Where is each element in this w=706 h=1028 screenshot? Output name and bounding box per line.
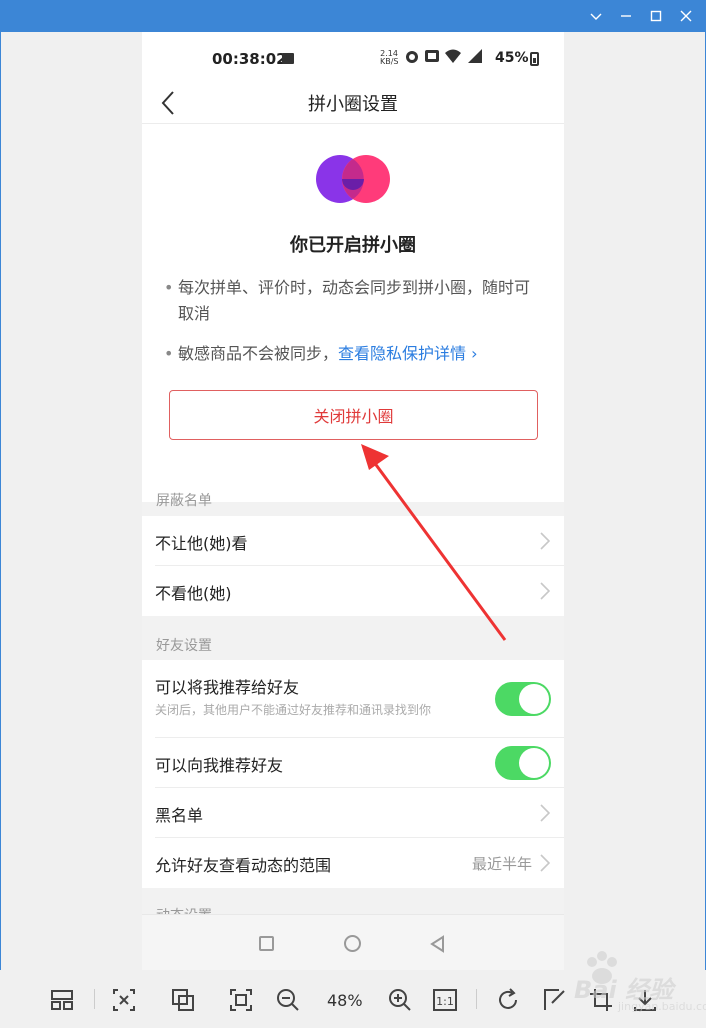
image-icon [282,53,294,64]
zoom-out-icon[interactable] [275,987,301,1013]
baidu-watermark: Bai 经验 jingyan.baidu.com [532,948,706,1018]
back-triangle-icon[interactable] [428,934,448,954]
svg-text:1:1: 1:1 [436,995,454,1008]
annotation-arrow [361,444,507,641]
row-recommend-me-sub: 关闭后，其他用户不能通过好友推荐和通讯录找到你 [155,703,432,717]
status-bar: 00:38:02 2.14 KB/S 45% [142,32,564,84]
window-titlebar [0,0,706,32]
layout-icon[interactable] [49,987,75,1013]
row-recommend-me: 可以将我推荐给好友 关闭后，其他用户不能通过好友推荐和通讯录找到你 [142,660,564,738]
row-recommend-me-label: 可以将我推荐给好友 [155,678,300,697]
row-hide-them-label: 不看他(她) [155,584,232,603]
section-friend-settings: 好友设置 [156,638,212,654]
wifi-icon [444,48,462,68]
page-title: 拼小圈设置 [308,94,398,115]
pinxiaoquan-logo-icon [316,154,392,204]
privacy-link[interactable]: 查看隐私保护详情 › [338,344,478,363]
battery-percent: 45% [495,50,529,66]
chevron-right-icon [540,532,550,550]
watermark-sub: jingyan.baidu.com [618,1000,706,1013]
section-block-list: 屏蔽名单 [156,493,212,509]
row-blacklist-label: 黑名单 [155,806,204,825]
row-blacklist[interactable]: 黑名单 [142,788,564,838]
minimize-icon[interactable] [611,0,641,32]
zoom-level: 48% [327,991,363,1010]
battery-icon [530,52,539,66]
nav-bar: 拼小圈设置 [142,84,564,124]
chevron-right-icon [540,582,550,600]
maximize-icon[interactable] [641,0,671,32]
recommend-to-me-toggle[interactable] [495,746,551,780]
row-recommend-to-me-label: 可以向我推荐好友 [155,756,284,775]
hero-title: 你已开启拼小圈 [290,235,416,256]
one-to-one-icon[interactable]: 1:1 [432,987,458,1013]
row-moments-range[interactable]: 允许好友查看动态的范围 最近半年 [142,838,564,888]
status-icons [404,48,484,68]
window-border-left [0,32,1,1028]
info-bullet-sync: 每次拼单、评价时，动态会同步到拼小圈，随时可取消 [164,275,544,327]
zoom-in-icon[interactable] [387,987,413,1013]
close-pinxiaoquan-button[interactable]: 关闭拼小圈 [169,390,538,440]
row-hide-from-label: 不让他(她)看 [155,534,248,553]
chevron-down-icon[interactable] [581,0,611,32]
home-icon[interactable] [344,935,361,952]
row-moments-range-value: 最近半年 [471,855,532,873]
status-time: 00:38:02 [212,50,287,68]
chevron-right-icon [540,804,550,822]
hd-icon [424,48,440,68]
toolbar-separator [476,989,477,1009]
info-bullet-privacy: 敏感商品不会被同步，查看隐私保护详情 › [164,341,544,367]
alarm-icon [404,48,420,68]
row-moments-range-label: 允许好友查看动态的范围 [155,856,332,875]
close-icon[interactable] [671,0,701,32]
toolbar-separator [94,989,95,1009]
network-speed: 2.14 KB/S [380,49,399,66]
actual-size-icon[interactable] [228,987,254,1013]
image-compare-icon[interactable] [170,987,196,1013]
system-nav-bar [142,914,564,970]
signal-icon [466,48,484,68]
fit-icon[interactable] [111,987,137,1013]
privacy-text: 敏感商品不会被同步， [178,344,339,363]
row-recommend-to-me: 可以向我推荐好友 [142,738,564,788]
recommend-me-toggle[interactable] [495,682,551,716]
chevron-right-icon [540,854,550,872]
recents-icon[interactable] [259,936,274,951]
rotate-icon[interactable] [495,987,521,1013]
